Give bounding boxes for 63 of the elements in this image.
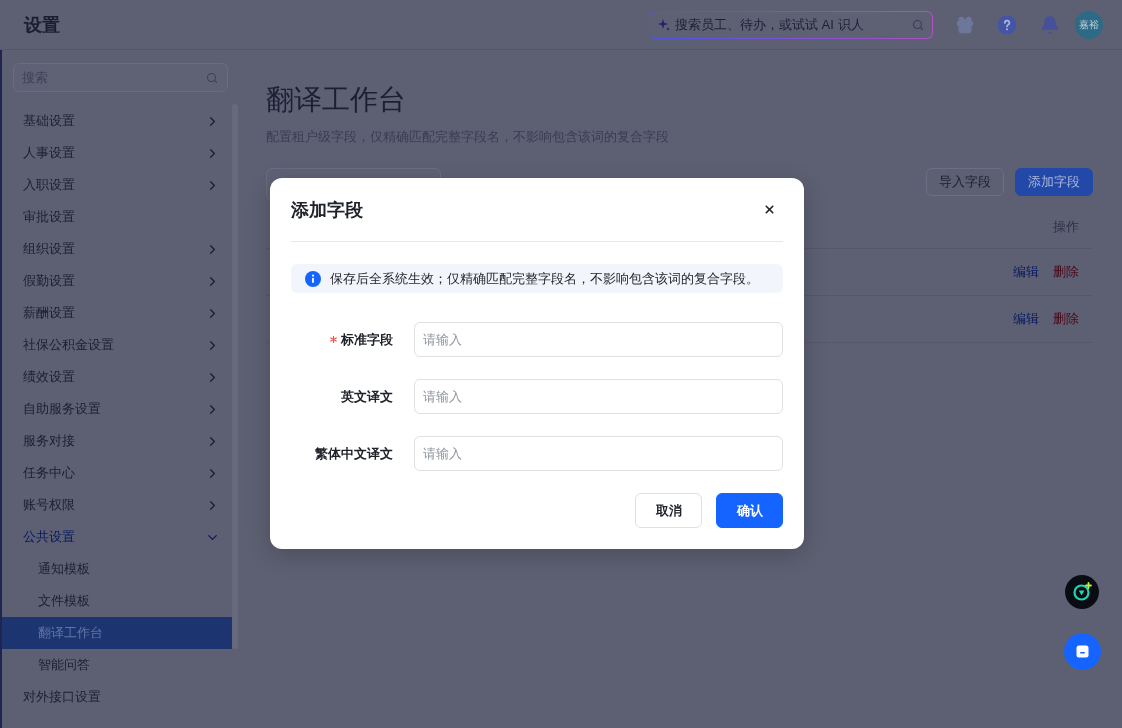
sidebar-item-label: 服务对接: [23, 432, 75, 450]
sidebar-item-label: 人事设置: [23, 144, 75, 162]
page-title: 翻译工作台: [266, 84, 407, 116]
import-button[interactable]: 导入字段: [926, 168, 1004, 196]
sidebar-item-label: 任务中心: [23, 464, 75, 482]
sidebar-item-label: 假勤设置: [23, 272, 75, 290]
sidebar-item-label: 账号权限: [23, 496, 75, 514]
user-avatar[interactable]: 嘉裕: [1075, 10, 1103, 39]
sidebar-item[interactable]: 任务中心: [2, 457, 232, 489]
sidebar-item[interactable]: 自助服务设置: [2, 393, 232, 425]
dialog-title: 添加字段: [291, 198, 363, 222]
sidebar-item[interactable]: 人事设置: [2, 137, 232, 169]
sidebar-item[interactable]: 审批设置: [2, 201, 232, 233]
sidebar-item[interactable]: 组织设置: [2, 233, 232, 265]
sidebar-item-label: 自助服务设置: [23, 400, 101, 418]
input-field[interactable]: 请输入: [414, 322, 783, 357]
sidebar-subitem[interactable]: 智能问答: [2, 649, 232, 681]
add-button[interactable]: 添加字段: [1015, 168, 1093, 196]
sidebar-item[interactable]: 薪酬设置: [2, 297, 232, 329]
scrollbar[interactable]: [232, 104, 238, 649]
sidebar-subitem[interactable]: 通知模板: [2, 553, 232, 585]
edit-link[interactable]: 编辑: [1013, 310, 1039, 328]
sidebar-item-label: 基础设置: [23, 112, 75, 130]
help-icon[interactable]: [997, 14, 1017, 35]
sidebar-item[interactable]: 基础设置: [2, 105, 232, 137]
edit-link[interactable]: 编辑: [1013, 263, 1039, 281]
search-icon[interactable]: [912, 18, 924, 31]
sidebar-item[interactable]: 社保公积金设置: [2, 329, 232, 361]
sidebar-item-label: 组织设置: [23, 240, 75, 258]
info-icon: [305, 270, 321, 287]
search-icon[interactable]: [206, 71, 218, 84]
sidebar-item[interactable]: 假勤设置: [2, 265, 232, 297]
sidebar-item-label: 社保公积金设置: [23, 336, 114, 354]
chat-icon[interactable]: [1064, 633, 1101, 670]
sidebar-item-label: 公共设置: [23, 528, 75, 546]
sparkle-icon: [658, 18, 670, 31]
sidebar-item[interactable]: 账号权限: [2, 489, 232, 521]
field-label: 繁体中文译文: [315, 444, 393, 463]
confirm-button[interactable]: 确认: [716, 493, 783, 528]
sidebar-item[interactable]: 公共设置: [2, 521, 232, 553]
search-field[interactable]: 搜索员工、待办，或试试 AI 识人: [649, 10, 933, 39]
app-title: 设置: [24, 13, 60, 37]
sidebar-subitem[interactable]: 文件模板: [2, 585, 232, 617]
input-field[interactable]: 请输入: [414, 436, 783, 471]
sidebar-item-label: 审批设置: [23, 208, 75, 226]
delete-link[interactable]: 删除: [1053, 310, 1079, 328]
field-label: 标准字段: [341, 330, 393, 349]
sidebar-item[interactable]: 入职设置: [2, 169, 232, 201]
field-label: 英文译文: [341, 387, 393, 406]
sidebar-item[interactable]: 服务对接: [2, 425, 232, 457]
notice-text: 保存后全系统生效；仅精确匹配完整字段名，不影响包含该词的复合字段。: [330, 269, 759, 288]
sidebar-subitem[interactable]: 翻译工作台: [2, 617, 232, 649]
cancel-button[interactable]: 取消: [635, 493, 702, 528]
sidebar-item[interactable]: 绩效设置: [2, 361, 232, 393]
sidebar-item-label: 薪酬设置: [23, 304, 75, 322]
input-field[interactable]: 请输入: [414, 379, 783, 414]
bell-icon[interactable]: [1040, 14, 1060, 35]
sidebar-item-label: 入职设置: [23, 176, 75, 194]
sidebar-item-label: 绩效设置: [23, 368, 75, 386]
close-icon: [762, 203, 776, 216]
ai-assistant-icon[interactable]: [1065, 575, 1099, 609]
delete-link[interactable]: 删除: [1053, 263, 1079, 281]
gift-icon[interactable]: [955, 14, 975, 35]
